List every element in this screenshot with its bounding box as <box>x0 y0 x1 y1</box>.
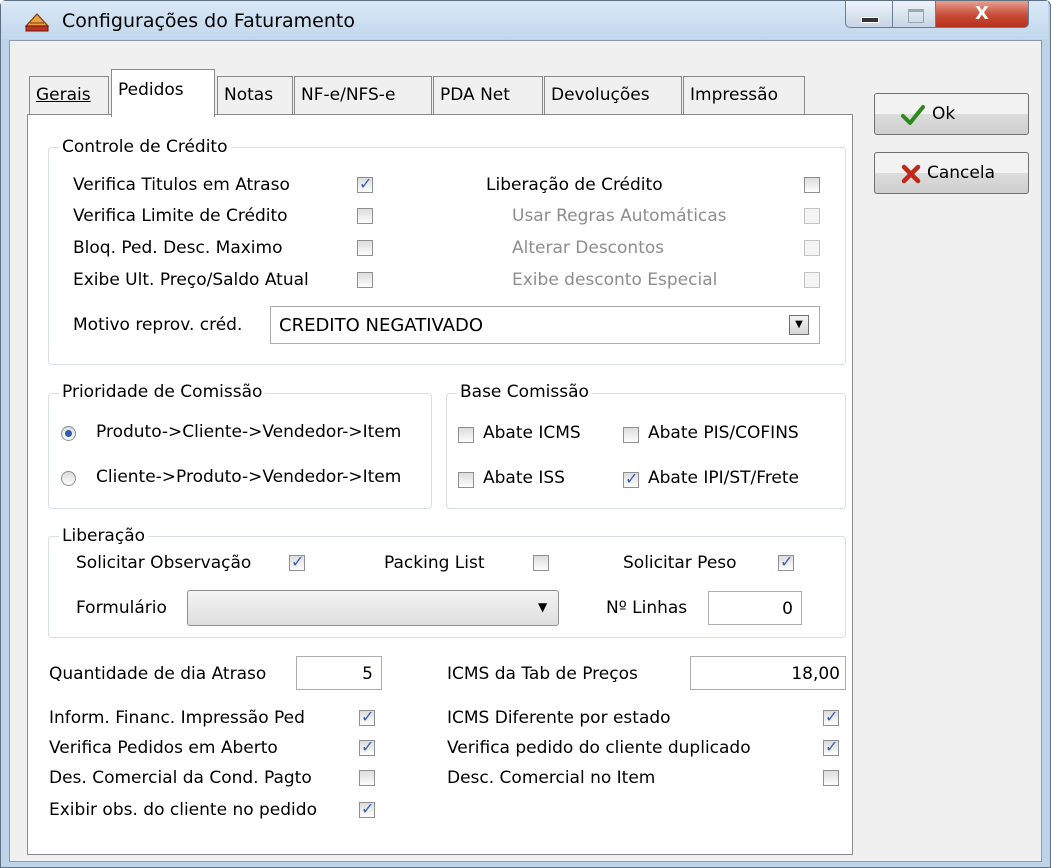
cancel-button[interactable]: Cancela <box>874 152 1029 194</box>
minimize-icon <box>861 17 879 23</box>
liberacao-group-title: Liberação <box>59 526 149 546</box>
close-icon: X <box>975 3 989 24</box>
usar-regras-label: Usar Regras Automáticas <box>512 206 727 226</box>
motivo-label: Motivo reprov. créd. <box>73 315 243 335</box>
window-title: Configurações do Faturamento <box>62 10 355 32</box>
alterar-descontos-checkbox <box>804 240 820 256</box>
checkmark-icon <box>901 105 925 125</box>
chevron-down-icon[interactable]: ▼ <box>789 315 809 335</box>
bloq-ped-label: Bloq. Ped. Desc. Maximo <box>73 238 283 258</box>
tab-notas[interactable]: Notas <box>217 76 293 114</box>
abate-ipi-label: Abate IPI/ST/Frete <box>648 468 800 488</box>
des-comercial-checkbox[interactable] <box>359 770 375 786</box>
solicitar-obs-checkbox[interactable] <box>289 552 305 571</box>
commission-option-1-radio[interactable] <box>61 426 76 441</box>
commission-priority-group <box>48 393 432 509</box>
maximize-icon <box>908 9 924 23</box>
abate-iss-label: Abate ISS <box>483 468 565 488</box>
tab-devolucoes[interactable]: Devoluções <box>544 76 682 114</box>
tab-nfe[interactable]: NF-e/NFS-e <box>294 76 432 114</box>
verifica-titulos-checkbox[interactable] <box>357 174 373 193</box>
exibe-desconto-checkbox <box>804 272 820 288</box>
verifica-duplicado-label: Verifica pedido do cliente duplicado <box>447 738 751 758</box>
solicitar-obs-label: Solicitar Observação <box>76 553 252 573</box>
base-group-title: Base Comissão <box>457 382 592 402</box>
linhas-label: Nº Linhas <box>606 598 688 618</box>
maximize-button[interactable] <box>892 1 936 28</box>
minimize-button[interactable] <box>845 1 893 28</box>
exibir-obs-checkbox[interactable] <box>359 799 375 818</box>
commission-option-1-label: Produto->Cliente->Vendedor->Item <box>96 422 402 442</box>
inform-financ-checkbox[interactable] <box>359 707 375 726</box>
formulario-select[interactable]: ▼ <box>187 590 559 626</box>
commission-group-title: Prioridade de Comissão <box>59 382 266 402</box>
verifica-titulos-label: Verifica Titulos em Atraso <box>73 175 290 195</box>
icms-tab-label: ICMS da Tab de Preços <box>447 664 638 684</box>
credit-group-title: Controle de Crédito <box>59 137 231 157</box>
verifica-limite-label: Verifica Limite de Crédito <box>73 206 288 226</box>
verifica-limite-checkbox[interactable] <box>357 208 373 224</box>
verifica-duplicado-checkbox[interactable] <box>823 737 839 756</box>
x-icon <box>901 164 921 184</box>
qtd-dia-atraso-label: Quantidade de dia Atraso <box>49 664 267 684</box>
abate-ipi-checkbox[interactable] <box>623 469 639 488</box>
linhas-input[interactable]: 0 <box>708 591 802 625</box>
desc-item-label: Desc. Comercial no Item <box>447 768 656 788</box>
tab-pedidos[interactable]: Pedidos <box>111 69 215 117</box>
exibe-ult-label: Exibe Ult. Preço/Saldo Atual <box>73 270 309 290</box>
qtd-dia-atraso-input[interactable]: 5 <box>296 656 382 690</box>
exibe-ult-checkbox[interactable] <box>357 272 373 288</box>
exibir-obs-label: Exibir obs. do cliente no pedido <box>49 800 317 820</box>
app-icon <box>24 13 50 32</box>
close-button[interactable]: X <box>935 1 1029 28</box>
abate-icms-label: Abate ICMS <box>483 423 581 443</box>
inform-financ-label: Inform. Financ. Impressão Ped <box>49 708 305 728</box>
ok-button[interactable]: Ok <box>874 93 1029 135</box>
chevron-down-icon: ▼ <box>538 600 548 614</box>
verifica-pedidos-checkbox[interactable] <box>359 737 375 756</box>
tab-gerais[interactable]: Gerais <box>29 76 109 114</box>
formulario-label: Formulário <box>76 598 167 618</box>
tab-pda-net[interactable]: PDA Net <box>433 76 543 114</box>
abate-pis-label: Abate PIS/COFINS <box>648 423 799 443</box>
commission-option-2-radio[interactable] <box>61 471 76 486</box>
motivo-select[interactable]: CREDITO NEGATIVADO ▼ <box>270 306 820 344</box>
alterar-descontos-label: Alterar Descontos <box>512 238 665 258</box>
verifica-pedidos-label: Verifica Pedidos em Aberto <box>49 738 278 758</box>
exibe-desconto-label: Exibe desconto Especial <box>512 270 718 290</box>
usar-regras-checkbox <box>804 208 820 224</box>
base-commission-group <box>446 393 846 509</box>
liberacao-credito-checkbox[interactable] <box>804 177 820 193</box>
tab-impressao[interactable]: Impressão <box>683 76 805 114</box>
icms-tab-input[interactable]: 18,00 <box>690 656 846 690</box>
des-comercial-label: Des. Comercial da Cond. Pagto <box>49 768 312 788</box>
solicitar-peso-label: Solicitar Peso <box>623 553 737 573</box>
desc-item-checkbox[interactable] <box>823 770 839 786</box>
abate-iss-checkbox[interactable] <box>458 472 474 488</box>
commission-option-2-label: Cliente->Produto->Vendedor->Item <box>96 467 402 487</box>
liberacao-credito-label: Liberação de Crédito <box>486 175 663 195</box>
abate-icms-checkbox[interactable] <box>458 427 474 443</box>
solicitar-peso-checkbox[interactable] <box>778 552 794 571</box>
packing-list-label: Packing List <box>384 553 485 573</box>
bloq-ped-checkbox[interactable] <box>357 240 373 256</box>
packing-list-checkbox[interactable] <box>533 555 549 571</box>
abate-pis-checkbox[interactable] <box>623 427 639 443</box>
icms-diferente-checkbox[interactable] <box>823 707 839 726</box>
icms-diferente-label: ICMS Diferente por estado <box>447 708 671 728</box>
